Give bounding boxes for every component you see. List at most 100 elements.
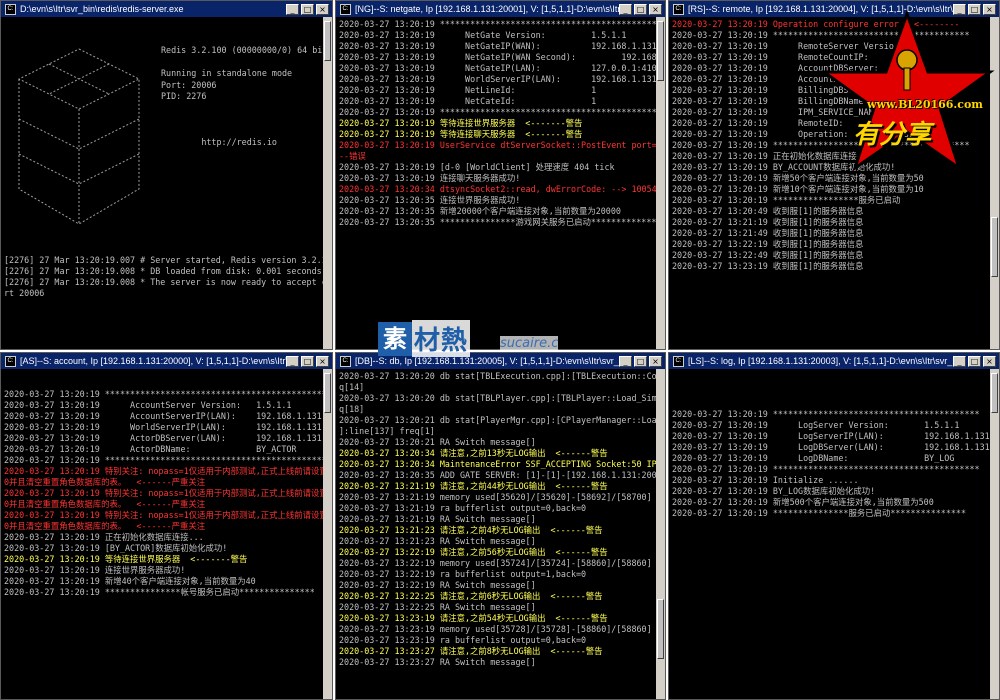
log-window-titlebar[interactable]: C: [LS]--S: log, Ip [192.168.1.131:20003… — [669, 353, 999, 369]
log-line: 2020-03-27 13:21:19 收到服[1]的服务器信息 — [672, 217, 864, 227]
log-scrollbar[interactable] — [990, 369, 999, 699]
db-scrollbar[interactable] — [656, 369, 665, 699]
account-console-output[interactable]: 2020-03-27 13:20:19 ********************… — [1, 369, 323, 699]
log-line: 2020-03-27 13:20:35 ADD GATE SERVER: [1]… — [339, 470, 656, 480]
log-line: 2020-03-27 13:20:19 ********************… — [672, 409, 980, 419]
minimize-button[interactable]: _ — [953, 355, 966, 367]
maximize-button[interactable]: □ — [301, 355, 314, 367]
netgate-window-titlebar[interactable]: C: [NG]--S: netgate, Ip [192.168.1.131:2… — [336, 1, 665, 17]
log-line: 2020-03-27 13:20:20 db stat[TBLPlayer.cp… — [339, 393, 656, 403]
redis-window-titlebar[interactable]: C: D:\evn\s\Itr\svr_bin\redis\redis-serv… — [1, 1, 332, 17]
log-line: 2020-03-27 13:20:19 NetGateIP(WAN): 192.… — [339, 41, 656, 51]
log-line: 2020-03-27 13:20:19 LogServer Version: 1… — [672, 420, 960, 430]
log-line: 0并且清空重置角色数据库的表。 <------严重关注 — [4, 477, 206, 487]
log-line: 2020-03-27 13:21:19 请注意,之前44秒无LOG输出 <---… — [339, 481, 608, 491]
log-line: 2020-03-27 13:21:23 RA Switch message[] — [339, 536, 536, 546]
log-line: 2020-03-27 13:20:19 Initialize ...... — [672, 475, 859, 485]
log-line: 2020-03-27 13:20:19 等待连接聊天服务器 <-------警告 — [339, 129, 583, 139]
log-line: 2020-03-27 13:22:19 memory used[35724]/[… — [339, 558, 652, 568]
console-icon: C: — [340, 3, 351, 15]
console-icon: C: — [5, 355, 16, 367]
log-console-output[interactable]: 2020-03-27 13:20:19 ********************… — [669, 369, 990, 699]
netgate-window-title: [NG]--S: netgate, Ip [192.168.1.131:2000… — [355, 4, 619, 14]
log-line: q[18] — [339, 404, 365, 414]
log-line: 2020-03-27 13:20:19 NetGate Version: 1.5… — [339, 30, 627, 40]
log-line: --错误 — [339, 151, 366, 161]
log-line: 2020-03-27 13:20:19 [BY_ACTOR]数据库初始化成功! — [4, 543, 228, 553]
log-window-title: [LS]--S: log, Ip [192.168.1.131:20003], … — [688, 356, 953, 366]
log-line: 2020-03-27 13:23:27 RA Switch message[] — [339, 657, 536, 667]
log-line: 2020-03-27 13:21:19 RA Switch message[] — [339, 514, 536, 524]
redis-window-title: D:\evn\s\Itr\svr_bin\redis\redis-server.… — [20, 4, 184, 14]
log-line: [2276] 27 Mar 13:20:19.008 * The server … — [4, 277, 323, 287]
log-line: 2020-03-27 13:20:19 BY_LOG数据库初始化成功! — [672, 486, 876, 496]
log-line: 2020-03-27 13:20:35 ***************游戏网关服… — [339, 217, 656, 227]
log-line: 2020-03-27 13:22:19 RA Switch message[] — [339, 580, 536, 590]
log-line: 2020-03-27 13:20:19 LogDBServer(LAN): 19… — [672, 442, 990, 452]
maximize-button[interactable]: □ — [634, 3, 647, 15]
redis-console-output[interactable]: Redis 3.2.100 (00000000/0) 64 bit Runnin… — [1, 17, 323, 349]
log-line: 2020-03-27 13:20:19 连接世界服务器成功! — [4, 565, 186, 575]
account-window-titlebar[interactable]: C: [AS]--S: account, Ip [192.168.1.131:2… — [1, 353, 332, 369]
console-icon: C: — [673, 3, 684, 15]
account-scrollbar[interactable] — [323, 369, 332, 699]
maximize-button[interactable]: □ — [968, 355, 981, 367]
db-console-output[interactable]: 2020-03-27 13:20:20 db stat[TBLExecution… — [336, 369, 656, 699]
log-line: 2020-03-27 13:23:27 请注意,之前8秒无LOG输出 <----… — [339, 646, 603, 656]
close-button[interactable]: × — [983, 355, 996, 367]
log-console-window[interactable]: C: [LS]--S: log, Ip [192.168.1.131:20003… — [668, 352, 1000, 700]
maximize-button[interactable]: □ — [301, 3, 314, 15]
log-line: 2020-03-27 13:20:19 NetGateIP(LAN): 127.… — [339, 63, 656, 73]
minimize-button[interactable]: _ — [619, 3, 632, 15]
redis-console-window[interactable]: C: D:\evn\s\Itr\svr_bin\redis\redis-serv… — [0, 0, 333, 350]
log-line: 2020-03-27 13:20:19 LogDBName: BY_LOG — [672, 453, 955, 463]
log-line: 2020-03-27 13:22:25 RA Switch message[] — [339, 602, 536, 612]
log-line: 2020-03-27 13:20:19 ActorDBServer(LAN): … — [4, 433, 322, 443]
maximize-button[interactable]: □ — [634, 355, 647, 367]
log-line: 2020-03-27 13:21:49 收到服[1]的服务器信息 — [672, 228, 864, 238]
netgate-console-output[interactable]: 2020-03-27 13:20:19 ********************… — [336, 17, 656, 349]
log-line: 0并且清空重置角色数据库的表。 <------严重关注 — [4, 521, 206, 531]
close-button[interactable]: × — [316, 3, 329, 15]
log-line: 2020-03-27 13:20:19 AccountServer Versio… — [4, 400, 292, 410]
netgate-scrollbar[interactable] — [656, 17, 665, 349]
console-icon: C: — [5, 3, 16, 15]
logo-url: www.BL20166.com — [867, 98, 983, 111]
close-button[interactable]: × — [316, 355, 329, 367]
log-line: 2020-03-27 13:21:19 memory used[35620]/[… — [339, 492, 652, 502]
redis-server-info: Redis 3.2.100 (00000000/0) 64 bit Runnin… — [161, 45, 323, 147]
minimize-button[interactable]: _ — [286, 355, 299, 367]
log-line: 2020-03-27 13:20:19 ********************… — [339, 19, 656, 29]
account-console-window[interactable]: C: [AS]--S: account, Ip [192.168.1.131:2… — [0, 352, 333, 700]
redis-scrollbar[interactable] — [323, 17, 332, 349]
log-line: q[14] — [339, 382, 365, 392]
minimize-button[interactable]: _ — [619, 355, 632, 367]
close-button[interactable]: × — [649, 355, 662, 367]
log-line: 2020-03-27 13:21:19 ra bufferlist output… — [339, 503, 587, 513]
log-line: 2020-03-27 13:20:19 [d-0 [WorldClient] 处… — [339, 162, 615, 172]
log-line: 2020-03-27 13:20:19 特别关注: nopass=1仅适用于内部… — [4, 466, 323, 476]
close-button[interactable]: × — [649, 3, 662, 15]
log-line: [2276] 27 Mar 13:20:19.008 * DB loaded f… — [4, 266, 322, 276]
log-line: 2020-03-27 13:20:35 新增20000个客户端连接对象,当前数量… — [339, 206, 621, 216]
site-logo: www.BL20166.com 有分享 — [815, 9, 1000, 185]
log-line: 2020-03-27 13:20:19 WorldServerIP(LAN): … — [4, 422, 323, 432]
netgate-console-window[interactable]: C: [NG]--S: netgate, Ip [192.168.1.131:2… — [335, 0, 666, 350]
console-icon: C: — [340, 355, 351, 367]
minimize-button[interactable]: _ — [286, 3, 299, 15]
log-line: 2020-03-27 13:22:49 收到服[1]的服务器信息 — [672, 250, 864, 260]
log-line: 2020-03-27 13:20:19 NetGateIP(WAN Second… — [339, 52, 656, 62]
log-line: 2020-03-27 13:20:19 正在初始化数据库连接... — [4, 532, 204, 542]
log-line: 2020-03-27 13:20:19 ActorDBName: BY_ACTO… — [4, 444, 297, 454]
log-line: 2020-03-27 13:20:19 ***************服务已启动… — [672, 508, 966, 518]
log-line: 2020-03-27 13:20:19 新增500个客户端连接对象,当前数量为5… — [672, 497, 934, 507]
watermark-text: 材熱 — [412, 320, 471, 357]
log-line: 2020-03-27 13:22:19 请注意,之前56秒无LOG输出 <---… — [339, 547, 608, 557]
logo-name: 有分享 — [853, 120, 932, 150]
log-line: 2020-03-27 13:20:19 WorldServerIP(LAN): … — [339, 74, 656, 84]
log-line: 2020-03-27 13:20:19 LogServerIP(LAN): 19… — [672, 431, 990, 441]
log-line: ]:line[137] freq[1] — [339, 426, 435, 436]
db-console-window[interactable]: C: [DB]--S: db, Ip [192.168.1.131:20005]… — [335, 352, 666, 700]
log-line: 2020-03-27 13:20:21 db stat[PlayerMgr.cp… — [339, 415, 656, 425]
redis-ascii-logo-icon — [17, 48, 141, 225]
